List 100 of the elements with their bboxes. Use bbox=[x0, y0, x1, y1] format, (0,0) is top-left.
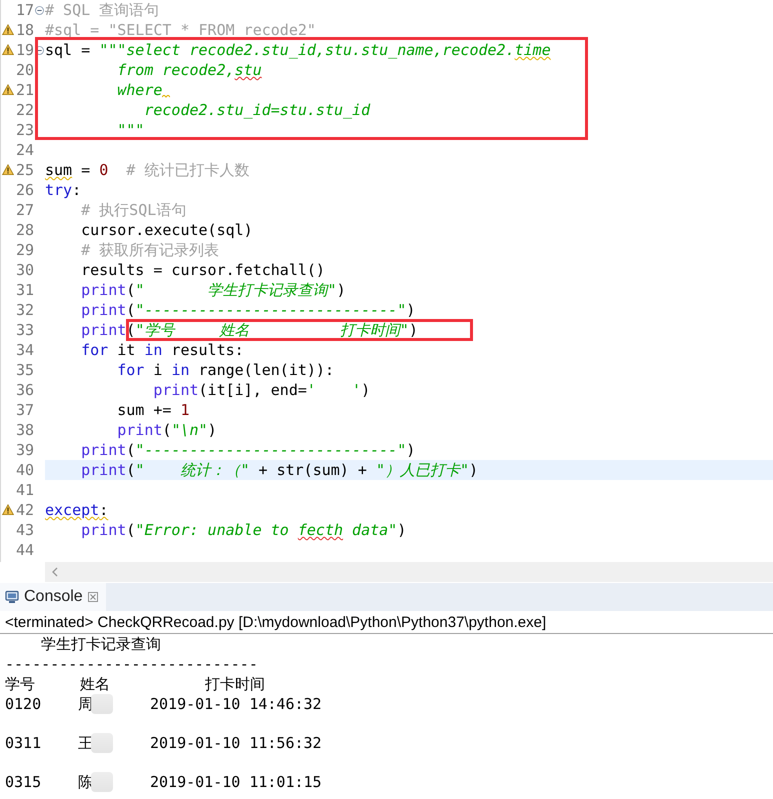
code-token: 1 bbox=[180, 400, 190, 420]
code-token: = bbox=[80, 160, 92, 180]
code-token: sum bbox=[45, 160, 72, 180]
code-comment: #sql = "SELECT * FROM recode2" bbox=[45, 20, 316, 40]
code-token: ( bbox=[126, 300, 136, 320]
code-token: for bbox=[80, 340, 108, 360]
horizontal-scrollbar[interactable] bbox=[45, 562, 773, 582]
code-token: " 学生打卡记录查询" bbox=[135, 280, 337, 300]
line-number: 26 bbox=[14, 181, 34, 199]
line-number: 19 bbox=[14, 41, 34, 59]
output-text: 学生打卡记录查询 bbox=[40, 634, 162, 654]
line-number: 27 bbox=[14, 201, 34, 219]
code-token: results: bbox=[170, 340, 244, 360]
code-token: ( bbox=[126, 520, 136, 540]
code-token: ) bbox=[408, 320, 418, 340]
code-token: """ bbox=[116, 120, 144, 140]
code-token: in bbox=[144, 340, 162, 360]
process-status: <terminated> CheckQRRecoad.py [D:\mydownload\Python\Python37\python.exe] bbox=[0, 611, 773, 634]
line-number: 33 bbox=[14, 321, 34, 339]
code-token: print bbox=[80, 520, 126, 540]
line-number: 32 bbox=[14, 301, 34, 319]
code-token: print bbox=[80, 460, 126, 480]
code-token: fecth bbox=[298, 520, 344, 540]
blurred-patch bbox=[91, 694, 113, 714]
output-text: 王 bbox=[78, 733, 93, 753]
code-token: : bbox=[72, 180, 82, 200]
output-text: 2019-01-10 11:01:15 bbox=[150, 772, 322, 792]
code-comment: # SQL 查询语句 bbox=[45, 0, 160, 20]
line-number: 43 bbox=[14, 521, 34, 539]
code-token: "学号 姓名 打卡时间" bbox=[135, 320, 409, 340]
code-token: ) bbox=[361, 380, 370, 400]
code-token: stu bbox=[234, 60, 262, 80]
line-number: 23 bbox=[14, 121, 34, 139]
code-token: (it[i], end= bbox=[198, 380, 307, 400]
line-number: 30 bbox=[14, 261, 34, 279]
code-token: """select recode2.stu_id,stu.stu_name,recode2. bbox=[99, 40, 515, 60]
scroll-left-icon[interactable] bbox=[51, 567, 59, 577]
close-icon[interactable] bbox=[88, 592, 98, 602]
column-heading: 姓名 bbox=[80, 674, 111, 694]
line-number: 42 bbox=[14, 501, 34, 519]
line-number: 35 bbox=[14, 361, 34, 379]
code-token: data" bbox=[351, 520, 398, 540]
line-number: 22 bbox=[14, 101, 34, 119]
code-token: ) bbox=[336, 280, 346, 300]
code-token: ( bbox=[126, 460, 136, 480]
output-text: 0120 bbox=[5, 694, 42, 714]
column-heading: 学号 bbox=[5, 674, 36, 694]
line-number: 38 bbox=[14, 421, 34, 439]
code-token: ) bbox=[397, 520, 406, 540]
console-tab[interactable]: Console bbox=[0, 583, 106, 611]
line-number: 29 bbox=[14, 241, 34, 259]
code-token: from recode2, bbox=[116, 60, 235, 80]
code-token: print bbox=[152, 380, 199, 400]
column-heading: 打卡时间 bbox=[205, 674, 265, 694]
line-number: 17 bbox=[14, 1, 34, 19]
code-token: " 统计：（" bbox=[135, 460, 250, 480]
line-number: 39 bbox=[14, 441, 34, 459]
code-token: it bbox=[116, 340, 136, 360]
code-token: ( bbox=[126, 320, 136, 340]
code-token: print bbox=[80, 300, 126, 320]
code-token: ) bbox=[208, 420, 217, 440]
output-text: 2019-01-10 11:56:32 bbox=[150, 733, 322, 753]
code-token: ) bbox=[406, 300, 416, 320]
blurred-patch bbox=[91, 772, 113, 792]
code-token: "Error: unable to bbox=[135, 520, 290, 540]
code-token: print bbox=[116, 420, 162, 440]
code-comment: # 统计已打卡人数 bbox=[125, 160, 250, 180]
output-text: ---------------------------- bbox=[5, 654, 259, 674]
code-token: 0 bbox=[99, 160, 108, 180]
code-token: ( bbox=[126, 280, 136, 300]
output-text: 2019-01-10 14:46:32 bbox=[150, 694, 322, 714]
code-token: ' ' bbox=[306, 380, 362, 400]
code-token: ( bbox=[126, 440, 136, 460]
code-token: cursor.execute(sql) bbox=[80, 220, 253, 240]
line-number: 20 bbox=[14, 61, 34, 79]
line-number: 24 bbox=[14, 141, 34, 159]
code-token: where bbox=[116, 80, 162, 100]
code-token: print bbox=[80, 320, 126, 340]
code-comment: # 执行SQL语句 bbox=[80, 200, 186, 220]
code-token: : bbox=[99, 500, 108, 520]
line-number: 18 bbox=[14, 21, 34, 39]
code-token: results = cursor.fetchall() bbox=[80, 260, 325, 280]
code-token: except bbox=[45, 500, 100, 520]
output-text: 0311 bbox=[5, 733, 42, 753]
code-token: "）人已打卡" bbox=[376, 460, 469, 480]
line-number: 34 bbox=[14, 341, 34, 359]
code-token: ( bbox=[162, 420, 172, 440]
code-token: print bbox=[80, 280, 126, 300]
line-number: 21 bbox=[14, 81, 34, 99]
code-token: recode2.stu_id=stu.stu_id bbox=[143, 100, 370, 120]
code-token: sql = bbox=[45, 40, 92, 60]
code-comment: # 获取所有记录列表 bbox=[80, 240, 220, 260]
blurred-patch bbox=[91, 733, 113, 753]
line-number: 31 bbox=[14, 281, 34, 299]
code-token: ) bbox=[469, 460, 478, 480]
code-token: in bbox=[171, 360, 190, 380]
code-token: for bbox=[116, 360, 144, 380]
line-number: 40 bbox=[14, 461, 34, 479]
code-token: ) bbox=[406, 440, 416, 460]
code-token: try bbox=[45, 180, 72, 200]
